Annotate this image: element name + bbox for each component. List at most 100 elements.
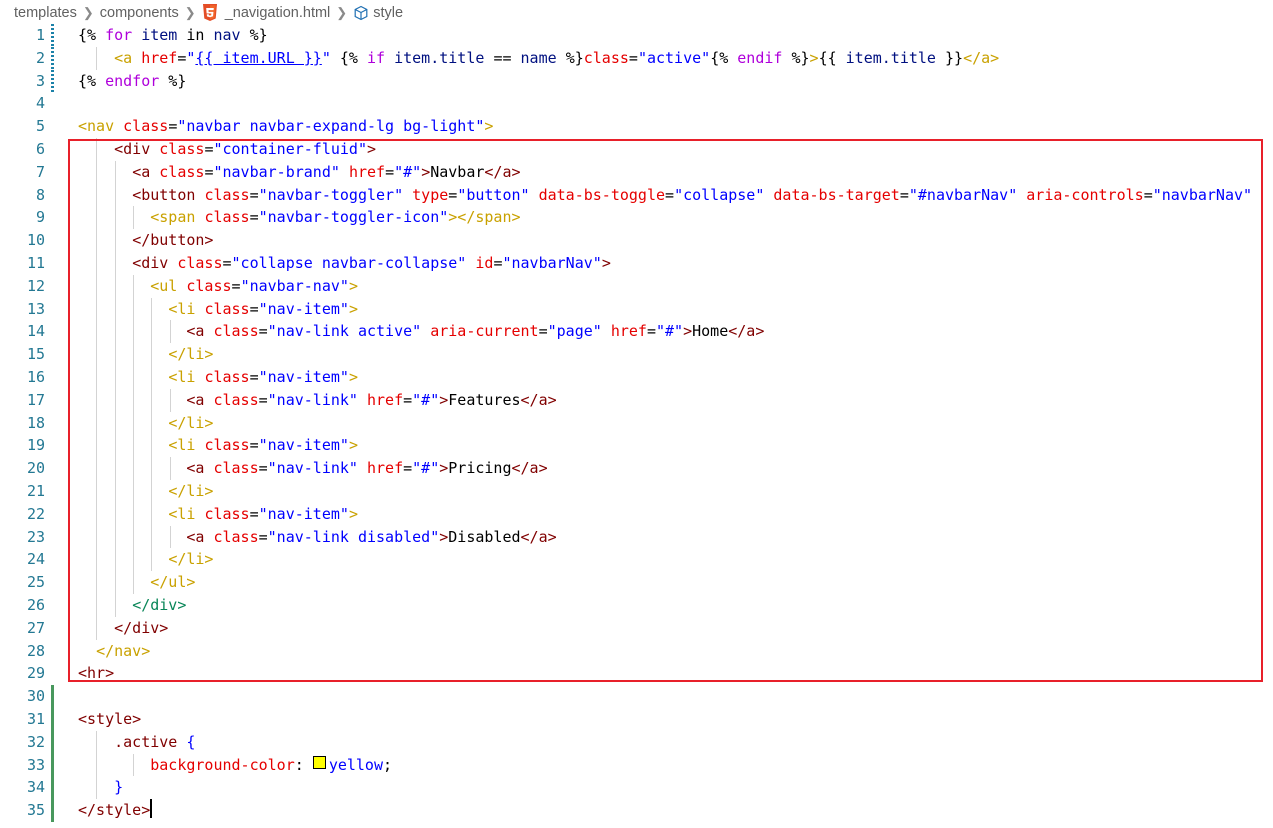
code-line[interactable]: 19 <li class="nav-item">: [0, 434, 1273, 458]
gutter-added-marker: [51, 776, 54, 800]
code-line[interactable]: 33 background-color: yellow;: [0, 753, 1273, 777]
line-number: 30: [26, 687, 45, 706]
line-number: 9: [35, 208, 45, 227]
code-line[interactable]: 34 }: [0, 776, 1273, 800]
code-line[interactable]: 7 <a class="navbar-brand" href="#">Navba…: [0, 160, 1273, 184]
code-text: <ul class="navbar-nav">: [150, 276, 358, 295]
line-number: 19: [26, 436, 45, 455]
code-text: <li class="nav-item">: [168, 299, 358, 318]
code-line[interactable]: 29 <hr>: [0, 662, 1273, 685]
line-number: 13: [26, 299, 45, 318]
breadcrumb-components[interactable]: components: [100, 5, 179, 21]
line-number: 7: [35, 162, 45, 181]
code-text: </li>: [168, 550, 214, 569]
code-line[interactable]: 6 <div class="container-fluid">: [0, 138, 1273, 161]
breadcrumb-file[interactable]: _navigation.html: [225, 5, 331, 21]
code-line[interactable]: 23 <a class="nav-link disabled">Disabled…: [0, 525, 1273, 549]
code-text: <hr>: [78, 664, 115, 683]
code-line[interactable]: 30: [0, 685, 1273, 708]
code-line[interactable]: 3 {% endfor %}: [0, 69, 1273, 93]
line-number: 28: [26, 641, 45, 660]
code-line[interactable]: 24 </li>: [0, 548, 1273, 572]
code-text: <nav class="navbar navbar-expand-lg bg-l…: [78, 117, 494, 136]
code-text: </div>: [132, 596, 187, 614]
code-text: <style>: [78, 710, 142, 728]
code-line[interactable]: 15 </li>: [0, 343, 1273, 366]
line-number: 24: [26, 550, 45, 569]
code-text: <li class="nav-item">: [168, 436, 358, 455]
line-number: 1: [35, 26, 45, 44]
gutter-modified-marker: [51, 24, 54, 47]
code-text: <div class="collapse navbar-collapse" id…: [132, 254, 611, 272]
chevron-right-icon: ❯: [184, 4, 196, 20]
code-text: <div class="container-fluid">: [114, 140, 377, 158]
code-line[interactable]: 35 </style>: [0, 799, 1273, 822]
line-number: 8: [35, 185, 45, 204]
html5-icon: [202, 4, 218, 21]
code-line[interactable]: 11 <div class="collapse navbar-collapse"…: [0, 252, 1273, 275]
code-line[interactable]: 2 <a href="{{ item.URL }}" {% if item.ti…: [0, 46, 1273, 70]
code-line[interactable]: 17 <a class="nav-link" href="#">Features…: [0, 388, 1273, 412]
gutter-added-marker: [51, 753, 54, 777]
gutter-added-marker: [51, 685, 54, 708]
line-number: 5: [35, 117, 45, 136]
line-number: 18: [26, 413, 45, 432]
code-line[interactable]: 16 <li class="nav-item">: [0, 366, 1273, 389]
code-line[interactable]: 13 <li class="nav-item">: [0, 297, 1273, 321]
breadcrumb-symbol[interactable]: style: [373, 5, 403, 21]
code-line[interactable]: 14 <a class="nav-link active" aria-curre…: [0, 320, 1273, 344]
code-line[interactable]: 22 <li class="nav-item">: [0, 502, 1273, 526]
code-line[interactable]: 18 </li>: [0, 411, 1273, 435]
breadcrumb-templates[interactable]: templates: [14, 5, 77, 21]
code-text: background-color: yellow;: [150, 755, 393, 774]
code-text: {% for item in nav %}: [78, 26, 268, 44]
code-text: <li class="nav-item">: [168, 504, 358, 523]
code-text: </nav>: [96, 641, 151, 660]
line-number: 11: [26, 254, 45, 272]
code-text: </li>: [168, 345, 214, 364]
line-number: 32: [26, 732, 45, 751]
line-number: 17: [26, 390, 45, 409]
line-number: 4: [35, 94, 45, 113]
line-number: 20: [26, 459, 45, 478]
line-number: 14: [26, 322, 45, 341]
code-line[interactable]: 32 .active {: [0, 730, 1273, 754]
text-cursor: [150, 799, 153, 819]
color-swatch[interactable]: [312, 755, 326, 769]
code-line[interactable]: 25 </ul>: [0, 571, 1273, 594]
code-line[interactable]: 1 {% for item in nav %}: [0, 24, 1273, 47]
code-text: <a class="nav-link active" aria-current=…: [186, 322, 765, 341]
line-number: 34: [26, 778, 45, 797]
code-text: <li class="nav-item">: [168, 368, 358, 386]
gutter-added-marker: [51, 708, 54, 731]
code-text: <a class="nav-link" href="#">Pricing</a>: [186, 459, 548, 478]
line-number: 15: [26, 345, 45, 364]
code-text: <button class="navbar-toggler" type="but…: [132, 185, 1253, 204]
code-text: <span class="navbar-toggler-icon"></span…: [150, 208, 521, 227]
line-number: 16: [26, 368, 45, 386]
gutter-added-marker: [51, 799, 54, 822]
code-line[interactable]: 5 <nav class="navbar navbar-expand-lg bg…: [0, 115, 1273, 138]
breadcrumb: templates ❯ components ❯ _navigation.htm…: [0, 0, 1273, 25]
code-editor[interactable]: 1 {% for item in nav %} 2 <a href="{{ it…: [0, 24, 1273, 828]
code-text: </ul>: [150, 573, 196, 592]
code-line[interactable]: 26 </div>: [0, 594, 1273, 617]
code-text: .active {: [114, 732, 196, 751]
line-number: 29: [26, 664, 45, 683]
code-line[interactable]: 28 </nav>: [0, 640, 1273, 663]
line-number: 31: [26, 710, 45, 728]
code-line[interactable]: 8 <button class="navbar-toggler" type="b…: [0, 183, 1273, 207]
code-text: </div>: [114, 618, 169, 637]
code-line[interactable]: 20 <a class="nav-link" href="#">Pricing<…: [0, 457, 1273, 480]
code-text: <a class="nav-link" href="#">Features</a…: [186, 390, 557, 409]
code-line[interactable]: 31 <style>: [0, 708, 1273, 731]
code-line[interactable]: 12 <ul class="navbar-nav">: [0, 274, 1273, 298]
code-line[interactable]: 9 <span class="navbar-toggler-icon"></sp…: [0, 206, 1273, 230]
code-line[interactable]: 4: [0, 92, 1273, 115]
code-line[interactable]: 21 </li>: [0, 480, 1273, 503]
code-line[interactable]: 10 </button>: [0, 229, 1273, 252]
line-number: 23: [26, 527, 45, 546]
code-line[interactable]: 27 </div>: [0, 616, 1273, 640]
chevron-right-icon: ❯: [82, 4, 94, 20]
code-text: }: [114, 778, 124, 797]
